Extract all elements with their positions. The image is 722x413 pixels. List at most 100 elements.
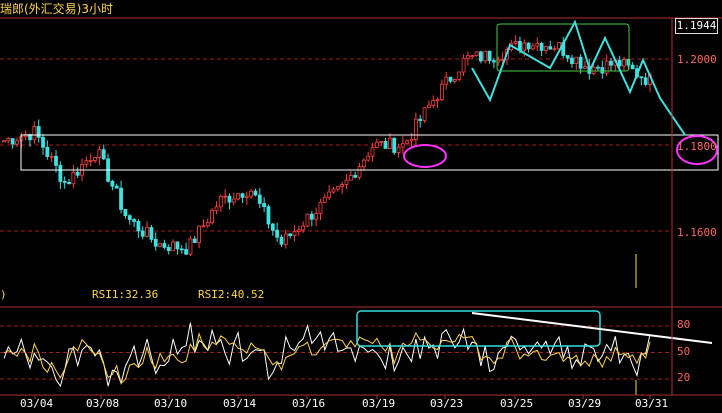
- candle-body: [88, 160, 93, 162]
- candle-body: [318, 201, 323, 214]
- candle-body: [548, 46, 553, 50]
- candle-body: [270, 223, 275, 231]
- candle-body: [370, 147, 375, 157]
- rsi2-label: RSI2:40.52: [198, 288, 265, 301]
- candle-body: [192, 238, 197, 244]
- candle-body: [374, 141, 379, 148]
- candle-body: [483, 50, 488, 62]
- candle-body: [36, 126, 41, 138]
- candle-body: [158, 243, 162, 247]
- candle-body: [119, 187, 123, 210]
- price-tick-1-1600: 1.1600: [677, 226, 717, 239]
- candle-body: [15, 140, 19, 145]
- candle-body: [435, 99, 440, 102]
- candle-body: [570, 57, 574, 64]
- candle-body: [439, 83, 444, 101]
- candle-body: [58, 165, 63, 182]
- rsi2-line: [3, 331, 651, 385]
- candle-body: [461, 57, 466, 73]
- candle-body: [522, 42, 527, 51]
- candle-body: [591, 66, 596, 74]
- candle-body: [474, 51, 479, 57]
- date-label: 03/08: [86, 397, 120, 410]
- candle-body: [513, 40, 518, 44]
- candle-body: [387, 137, 392, 149]
- candle-body: [487, 50, 492, 62]
- candle-body: [41, 136, 45, 148]
- date-label: 03/14: [223, 397, 257, 410]
- candle-body: [600, 67, 605, 74]
- candle-body: [322, 196, 327, 203]
- date-label: 03/19: [362, 397, 396, 410]
- candle-body: [201, 225, 206, 228]
- rsi-tick-80: 80: [677, 318, 691, 331]
- candle-body: [162, 243, 167, 248]
- candle-body: [539, 43, 544, 51]
- price-tick-1-2000: 1.2000: [677, 53, 717, 66]
- candle-body: [357, 166, 362, 178]
- candle-body: [10, 138, 15, 145]
- candle-body: [574, 56, 579, 64]
- rsi-trend-line: [471, 312, 713, 344]
- candle-body: [2, 140, 6, 143]
- candle-body: [123, 208, 128, 217]
- candle-body: [262, 203, 267, 208]
- candle-body: [166, 246, 171, 252]
- candle-body: [405, 140, 410, 145]
- candle-body: [97, 149, 102, 158]
- candle-body: [392, 137, 397, 153]
- date-label: 03/31: [635, 397, 669, 410]
- candle-body: [431, 99, 436, 106]
- candle-body: [32, 126, 37, 141]
- candle-body: [466, 55, 470, 59]
- candle-body: [578, 56, 583, 69]
- candle-body: [153, 238, 158, 247]
- candle-body: [301, 225, 306, 231]
- candle-body: [84, 160, 89, 165]
- candle-body: [71, 171, 76, 185]
- grid-lines: [0, 58, 672, 380]
- candle-body: [236, 193, 241, 200]
- candle-body: [535, 43, 540, 47]
- candle-body: [283, 233, 288, 245]
- candle-body: [54, 155, 58, 166]
- rsi-tick-50: 50: [677, 345, 691, 358]
- candle-body: [210, 210, 215, 224]
- chart-canvas[interactable]: [0, 0, 722, 413]
- candle-body: [409, 139, 414, 142]
- date-label: 03/16: [292, 397, 326, 410]
- candle-body: [93, 157, 97, 161]
- rsi-box: [356, 310, 601, 347]
- candle-body: [145, 227, 149, 237]
- candle-body: [149, 227, 154, 240]
- candle-body: [444, 76, 449, 85]
- candle-body: [552, 48, 557, 51]
- candle-body: [67, 181, 71, 185]
- current-price-tag: 1.1944: [675, 18, 718, 34]
- price-tick-1-1800: 1.1800: [677, 140, 717, 153]
- candle-body: [197, 225, 202, 244]
- candle-body: [448, 76, 453, 82]
- candle-body: [127, 215, 132, 220]
- candle-body: [331, 188, 336, 193]
- candle-body: [110, 180, 115, 187]
- candle-body: [205, 222, 210, 227]
- candle-body: [335, 185, 340, 190]
- candle-body: [231, 198, 236, 203]
- candle-body: [518, 40, 522, 51]
- date-label: 03/10: [154, 397, 188, 410]
- date-label: 03/23: [430, 397, 464, 410]
- candle-body: [279, 236, 284, 245]
- candle-body: [240, 193, 245, 198]
- candle-body: [531, 45, 535, 50]
- date-label: 03/25: [500, 397, 534, 410]
- candle-body: [344, 179, 349, 185]
- candle-body: [305, 213, 310, 227]
- consolidation-ellipse: [403, 144, 447, 168]
- candle-body: [643, 77, 648, 85]
- candle-body: [479, 51, 483, 62]
- candle-body: [379, 141, 384, 143]
- candle-body: [526, 42, 531, 50]
- annotation-overlays: [20, 19, 719, 395]
- candle-body: [422, 107, 427, 121]
